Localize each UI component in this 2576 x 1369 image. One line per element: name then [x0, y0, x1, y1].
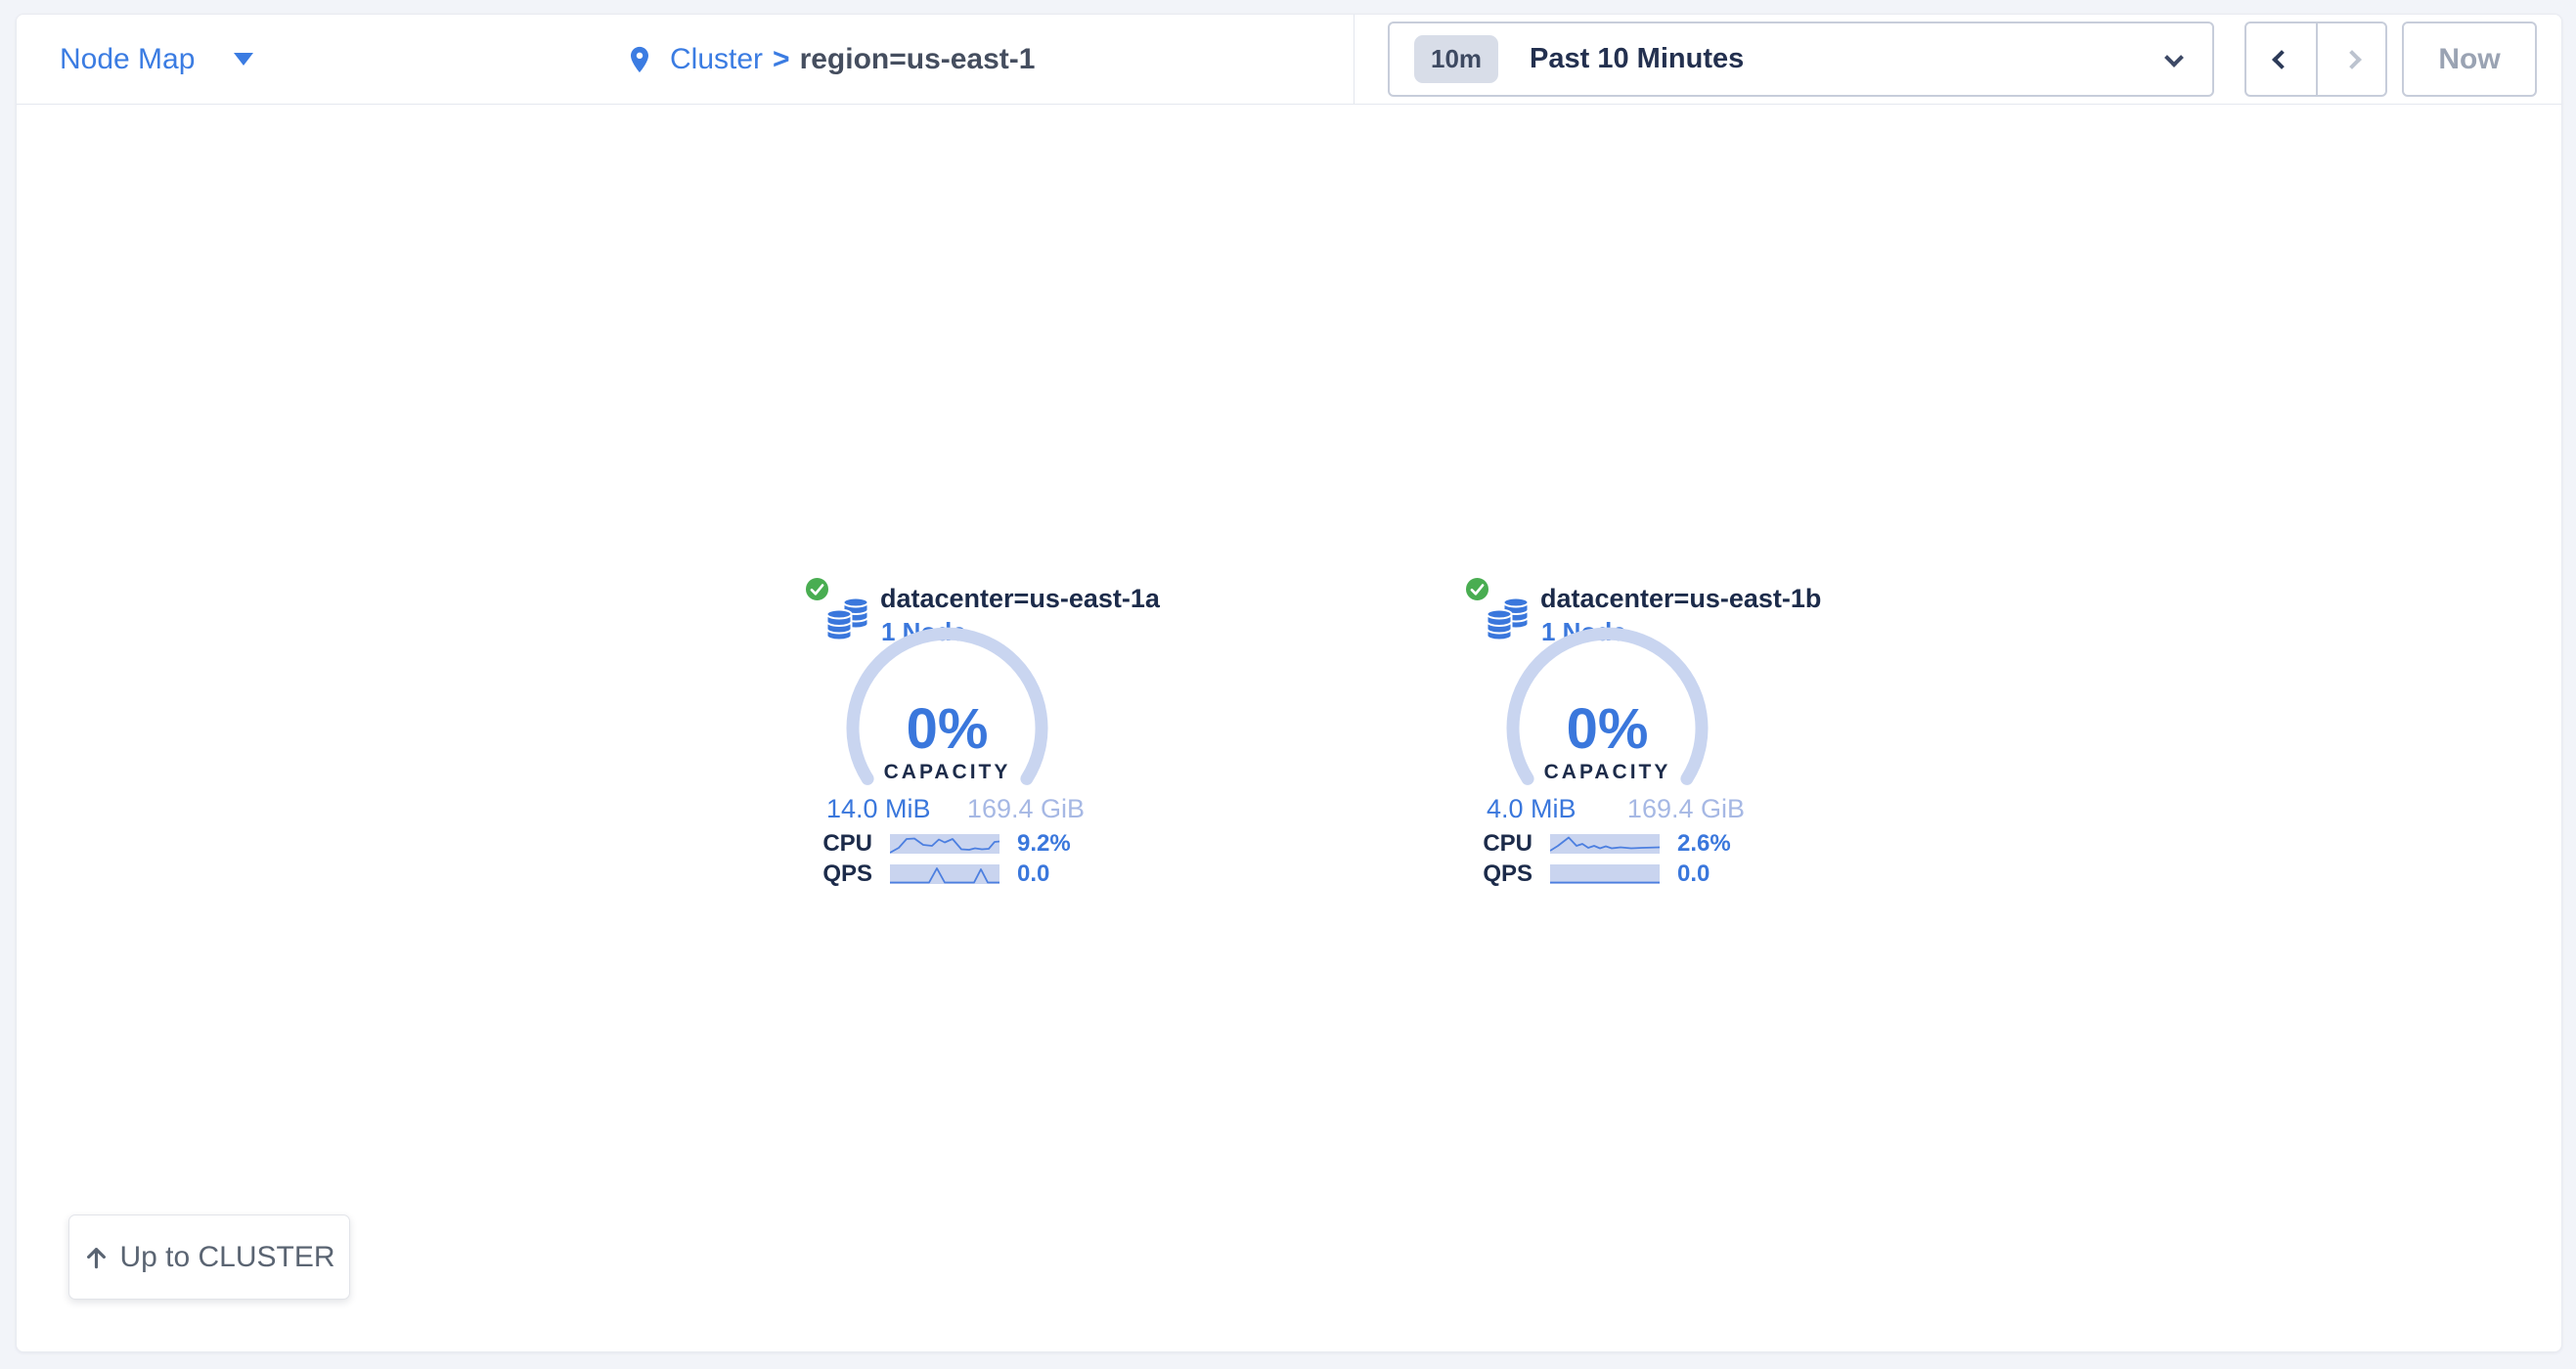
time-window-label: Past 10 Minutes: [1530, 43, 1744, 75]
datacenter-title: datacenter=us-east-1a: [880, 584, 1160, 614]
chevron-left-icon: [2272, 50, 2291, 69]
cpu-value: 2.6%: [1677, 830, 1731, 858]
cpu-metric-row: CPU 2.6%: [1472, 829, 1804, 859]
capacity-used: 14.0 MiB: [826, 794, 931, 824]
capacity-used: 4.0 MiB: [1487, 794, 1577, 824]
view-selector-label: Node Map: [60, 43, 195, 76]
cpu-metric-row: CPU 9.2%: [812, 829, 1144, 859]
capacity-total: 169.4 GiB: [1627, 794, 1745, 824]
datacenter-title: datacenter=us-east-1b: [1540, 584, 1821, 614]
datacenter-card-us-east-1b[interactable]: datacenter=us-east-1b 1 Node 0% CAPACITY…: [1472, 573, 1804, 901]
caret-down-icon: [234, 53, 253, 66]
capacity-label: CAPACITY: [1506, 761, 1709, 784]
qps-sparkline: [890, 864, 999, 884]
up-to-cluster-button[interactable]: Up to CLUSTER: [68, 1214, 350, 1300]
breadcrumb: Cluster > region=us-east-1: [625, 15, 1035, 104]
up-to-cluster-label: Up to CLUSTER: [119, 1241, 334, 1274]
capacity-percent: 0%: [1506, 696, 1709, 762]
breadcrumb-current: region=us-east-1: [800, 43, 1036, 76]
time-step-buttons: [2244, 22, 2387, 97]
qps-metric-row: QPS 0.0: [812, 860, 1144, 889]
capacity-label: CAPACITY: [846, 761, 1048, 784]
datacenter-card-us-east-1a[interactable]: datacenter=us-east-1a 1 Node 0% CAPACITY…: [812, 573, 1144, 901]
cpu-label: CPU: [1472, 830, 1532, 858]
capacity-range: 14.0 MiB 169.4 GiB: [826, 794, 1085, 824]
main-panel: Node Map Cluster > region=us-east-1 10m …: [16, 14, 2562, 1352]
qps-label: QPS: [812, 861, 872, 888]
arrow-up-icon: [83, 1244, 110, 1270]
qps-metric-row: QPS 0.0: [1472, 860, 1804, 889]
time-window-badge: 10m: [1414, 35, 1498, 83]
chevron-right-icon: [2342, 50, 2362, 69]
capacity-percent: 0%: [846, 696, 1048, 762]
capacity-total: 169.4 GiB: [967, 794, 1085, 824]
chevron-down-icon: [2164, 48, 2184, 67]
cpu-value: 9.2%: [1017, 830, 1071, 858]
now-button[interactable]: Now: [2402, 22, 2537, 97]
qps-value: 0.0: [1677, 861, 1710, 888]
cpu-sparkline: [1550, 834, 1660, 854]
breadcrumb-cluster-link[interactable]: Cluster: [670, 43, 763, 76]
breadcrumb-separator: >: [773, 43, 790, 76]
time-step-forward-button[interactable]: [2316, 23, 2385, 95]
capacity-range: 4.0 MiB 169.4 GiB: [1487, 794, 1745, 824]
node-map-canvas: datacenter=us-east-1a 1 Node 0% CAPACITY…: [17, 105, 2561, 1352]
qps-label: QPS: [1472, 861, 1532, 888]
time-window-dropdown[interactable]: 10m Past 10 Minutes: [1388, 22, 2214, 97]
qps-sparkline: [1550, 864, 1660, 884]
header-bar: Node Map Cluster > region=us-east-1 10m …: [17, 15, 2561, 105]
cpu-sparkline: [890, 834, 999, 854]
time-step-back-button[interactable]: [2246, 23, 2316, 95]
time-controls: 10m Past 10 Minutes Now: [1388, 15, 2537, 104]
view-selector-dropdown[interactable]: Node Map: [60, 15, 253, 104]
header-divider: [1354, 15, 1355, 104]
location-pin-icon: [625, 41, 654, 78]
cpu-label: CPU: [812, 830, 872, 858]
qps-value: 0.0: [1017, 861, 1049, 888]
